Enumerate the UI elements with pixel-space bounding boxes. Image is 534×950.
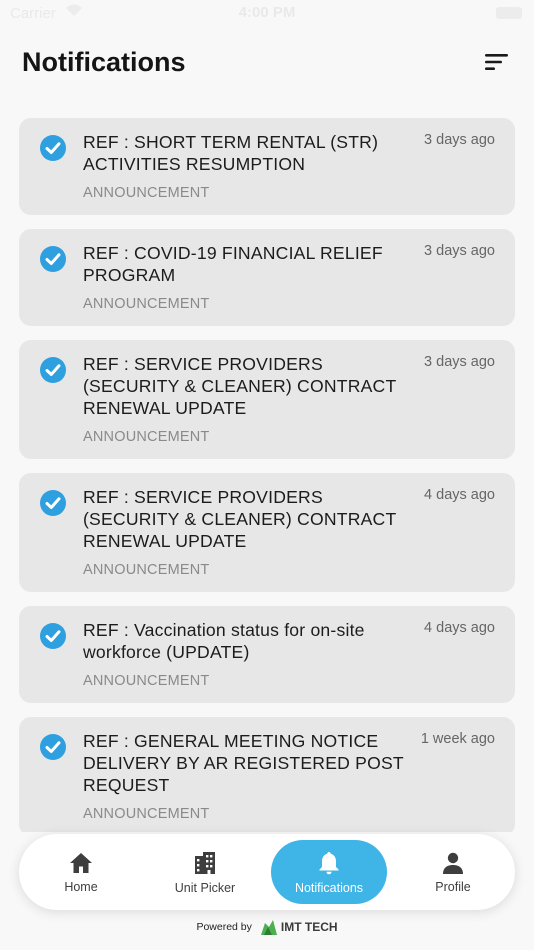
brand-logo: IMT TECH xyxy=(260,918,338,936)
notification-card[interactable]: REF : SERVICE PROVIDERS (SECURITY & CLEA… xyxy=(19,340,515,459)
home-icon xyxy=(70,852,92,873)
check-circle-icon xyxy=(39,622,67,650)
bottom-tab-bar: Home Unit Picker Notifications Profile xyxy=(19,834,515,910)
bell-icon xyxy=(319,851,339,874)
header: Notifications xyxy=(0,28,534,100)
notification-category: ANNOUNCEMENT xyxy=(83,562,210,578)
notification-card[interactable]: REF : SERVICE PROVIDERS (SECURITY & CLEA… xyxy=(19,473,515,592)
notification-time: 3 days ago xyxy=(424,243,495,259)
tab-home[interactable]: Home xyxy=(23,840,139,904)
check-circle-icon xyxy=(39,245,67,273)
tab-notifications-label: Notifications xyxy=(294,880,364,895)
tab-profile[interactable]: Profile xyxy=(395,840,511,904)
person-icon xyxy=(443,852,463,874)
filter-sort-button[interactable] xyxy=(482,50,512,74)
tab-home-label: Home xyxy=(64,879,98,894)
notification-category: ANNOUNCEMENT xyxy=(83,185,210,201)
check-circle-icon xyxy=(39,134,67,162)
notification-list: REF : SHORT TERM RENTAL (STR) ACTIVITIES… xyxy=(19,118,515,832)
tab-unit-picker-label: Unit Picker xyxy=(174,880,236,895)
notification-category: ANNOUNCEMENT xyxy=(83,673,210,689)
building-icon xyxy=(195,851,215,874)
building-logo-icon xyxy=(260,920,277,935)
tab-unit-picker[interactable]: Unit Picker xyxy=(147,840,263,904)
notification-time: 4 days ago xyxy=(424,620,495,636)
notification-card[interactable]: REF : GENERAL MEETING NOTICE DELIVERY BY… xyxy=(19,717,515,832)
page-title: Notifications xyxy=(22,47,186,77)
notification-time: 1 week ago xyxy=(420,731,495,747)
notification-time: 4 days ago xyxy=(424,487,495,503)
sort-icon xyxy=(485,54,508,70)
powered-by-footer: Powered by IMT TECH xyxy=(0,918,534,936)
check-circle-icon xyxy=(39,733,67,761)
notification-category: ANNOUNCEMENT xyxy=(83,296,210,312)
check-circle-icon xyxy=(39,356,67,384)
brand-name: IMT TECH xyxy=(280,920,338,934)
clock: 4:00 PM xyxy=(238,4,296,21)
battery-icon xyxy=(496,7,522,19)
notification-card[interactable]: REF : Vaccination status for on-site wor… xyxy=(19,606,515,703)
check-circle-icon xyxy=(39,489,67,517)
tab-notifications[interactable]: Notifications xyxy=(271,840,387,904)
notification-card[interactable]: REF : SHORT TERM RENTAL (STR) ACTIVITIES… xyxy=(19,118,515,215)
notification-time: 3 days ago xyxy=(424,132,495,148)
notification-category: ANNOUNCEMENT xyxy=(83,806,210,822)
powered-by-label: Powered by xyxy=(196,921,252,933)
notification-time: 3 days ago xyxy=(424,354,495,370)
status-bar: Carrier 4:00 PM xyxy=(0,0,534,28)
notification-category: ANNOUNCEMENT xyxy=(83,429,210,445)
notification-card[interactable]: REF : COVID-19 FINANCIAL RELIEF PROGRAM 3… xyxy=(19,229,515,326)
tab-profile-label: Profile xyxy=(435,879,471,894)
